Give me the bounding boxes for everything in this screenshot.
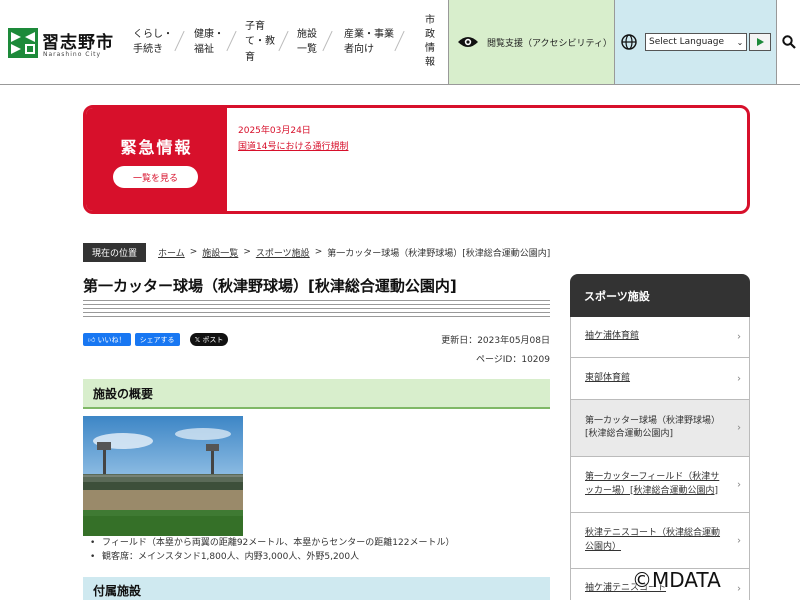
chevron-right-icon: ›: [737, 331, 741, 343]
chevron-right-icon: ›: [737, 422, 741, 434]
watermark: ©MDATA: [632, 568, 721, 592]
breadcrumb-link-facilities[interactable]: 施設一覧: [202, 246, 238, 259]
post-label: ポスト: [202, 335, 224, 344]
breadcrumb: 現在の位置 ホーム > 施設一覧 > スポーツ施設 > 第一カッター球場（秋津野…: [83, 242, 551, 262]
globe-icon: [621, 34, 637, 50]
sidebar-item-sodegaura-gym[interactable]: 袖ケ浦体育館 ›: [570, 317, 750, 358]
nav-living[interactable]: くらし・ 手続き: [118, 0, 185, 84]
emergency-panel: 緊急情報 一覧を見る 2025年03月24日 国道14号における通行規制: [83, 105, 750, 214]
thumbs-up-icon: 👍︎: [88, 336, 96, 344]
share-buttons: 👍︎ いいね！ シェアする 𝕏 ポスト: [83, 333, 229, 346]
nav-label: 施設 一覧: [297, 28, 317, 56]
sidebar-heading: スポーツ施設: [570, 274, 750, 317]
stadium-photo: [83, 416, 243, 536]
sidebar-item-akitsu-soccer[interactable]: 第一カッターフィールド（秋津サッカー場）[秋津総合運動公園内] ›: [570, 457, 750, 513]
sidebar: スポーツ施設 袖ケ浦体育館 › 東部体育館 › 第一カッター球場（秋津野球場）[…: [570, 274, 750, 600]
play-icon: [757, 38, 764, 46]
breadcrumb-link-home[interactable]: ホーム: [158, 246, 185, 259]
page-title: 第一カッター球場（秋津野球場）[秋津総合運動公園内]: [83, 277, 457, 295]
search-icon: [781, 35, 796, 49]
global-nav: くらし・ 手続き 健康・ 福祉 子育 て・教 育 施設 一覧 産業・事業 者向け…: [118, 0, 444, 84]
language-go-button[interactable]: [749, 33, 771, 51]
breadcrumb-separator: >: [314, 247, 323, 257]
title-underline: [83, 300, 550, 318]
stadium-photo-image: [83, 416, 243, 536]
accessibility-button[interactable]: 閲覧支援（アクセシビリティ）: [448, 0, 614, 84]
x-post-button[interactable]: 𝕏 ポスト: [189, 333, 229, 346]
accessibility-label: 閲覧支援（アクセシビリティ）: [487, 38, 613, 49]
nav-label: くらし・ 手続き: [133, 28, 173, 56]
facebook-like-button[interactable]: 👍︎ いいね！: [83, 333, 131, 346]
section-heading-attached: 付属施設: [83, 577, 550, 600]
emergency-title: 緊急情報: [120, 138, 193, 157]
updated-date: 更新日：2023年05月08日: [441, 336, 550, 346]
breadcrumb-current: 第一カッター球場（秋津野球場）[秋津総合運動公園内]: [327, 248, 551, 259]
sidebar-item-akitsu-tennis[interactable]: 秋津テニスコート（秋津総合運動公園内） ›: [570, 513, 750, 569]
sidebar-item-tobu-gym[interactable]: 東部体育館 ›: [570, 358, 750, 400]
nav-city-info[interactable]: 市政情報: [398, 0, 444, 84]
facebook-share-button[interactable]: シェアする: [134, 333, 180, 346]
language-select-value: Select Language: [649, 37, 725, 47]
sidebar-item-label: 袖ケ浦体育館: [585, 331, 640, 342]
emergency-list-button[interactable]: 一覧を見る: [113, 166, 198, 188]
chevron-right-icon: ›: [737, 373, 741, 384]
language-area: Select Language ⌄: [614, 0, 776, 84]
emergency-date: 2025年03月24日: [238, 126, 311, 136]
nav-business[interactable]: 産業・事業 者向け: [326, 0, 405, 84]
sidebar-item-label: 東部体育館: [585, 372, 631, 383]
sidebar-item-label: 秋津テニスコート（秋津総合運動公園内）: [585, 528, 721, 552]
chevron-right-icon: ›: [737, 583, 741, 594]
logo-subtitle: Narashino City: [43, 51, 102, 58]
nav-label: 健康・ 福祉: [194, 28, 224, 56]
logo-text: 習志野市: [42, 33, 114, 53]
breadcrumb-link-sports[interactable]: スポーツ施設: [256, 246, 310, 259]
breadcrumb-separator: >: [189, 247, 198, 257]
chevron-right-icon: ›: [737, 535, 741, 546]
nav-facilities[interactable]: 施設 一覧: [282, 0, 333, 84]
site-logo[interactable]: 習志野市 Narashino City: [8, 26, 118, 60]
list-item: フィールド（本塁から両翼の距離92メートル、本塁からセンターの距離122メートル…: [90, 536, 550, 551]
chevron-right-icon: ›: [737, 479, 741, 490]
page-id: ページID：10209: [475, 355, 550, 365]
sidebar-item-label: 第一カッターフィールド（秋津サッカー場）[秋津総合運動公園内]: [585, 472, 720, 496]
eye-icon: [458, 37, 478, 47]
facility-details-list: フィールド（本塁から両翼の距離92メートル、本塁からセンターの距離122メートル…: [90, 536, 550, 565]
logo-mark-icon: [8, 28, 38, 58]
sidebar-item-akitsu-baseball[interactable]: 第一カッター球場（秋津野球場）[秋津総合運動公園内] ›: [570, 400, 750, 457]
breadcrumb-separator: >: [243, 247, 251, 257]
nav-health[interactable]: 健康・ 福祉: [178, 0, 237, 84]
section-heading-overview: 施設の概要: [83, 379, 550, 409]
emergency-label-block: 緊急情報 一覧を見る: [86, 108, 227, 211]
nav-label: 子育 て・教 育: [245, 20, 275, 63]
x-logo-icon: 𝕏: [194, 335, 201, 344]
site-header: 習志野市 Narashino City くらし・ 手続き 健康・ 福祉 子育 て…: [0, 0, 800, 85]
search-button[interactable]: [776, 0, 800, 84]
breadcrumb-here-label: 現在の位置: [83, 242, 147, 262]
chevron-down-icon: ⌄: [736, 37, 744, 47]
nav-label: 産業・事業 者向け: [344, 28, 394, 56]
like-label: いいね！: [97, 335, 126, 344]
nav-label: 市政情報: [422, 14, 434, 70]
list-item: 観客席：メインスタンド1,800人、内野3,000人、外野5,200人: [90, 550, 550, 565]
language-select[interactable]: Select Language ⌄: [645, 33, 747, 51]
nav-childcare[interactable]: 子育 て・教 育: [230, 0, 289, 84]
sidebar-item-label: 第一カッター球場（秋津野球場）[秋津総合運動公園内]: [585, 415, 721, 440]
emergency-link[interactable]: 国道14号における通行規制: [238, 139, 348, 152]
